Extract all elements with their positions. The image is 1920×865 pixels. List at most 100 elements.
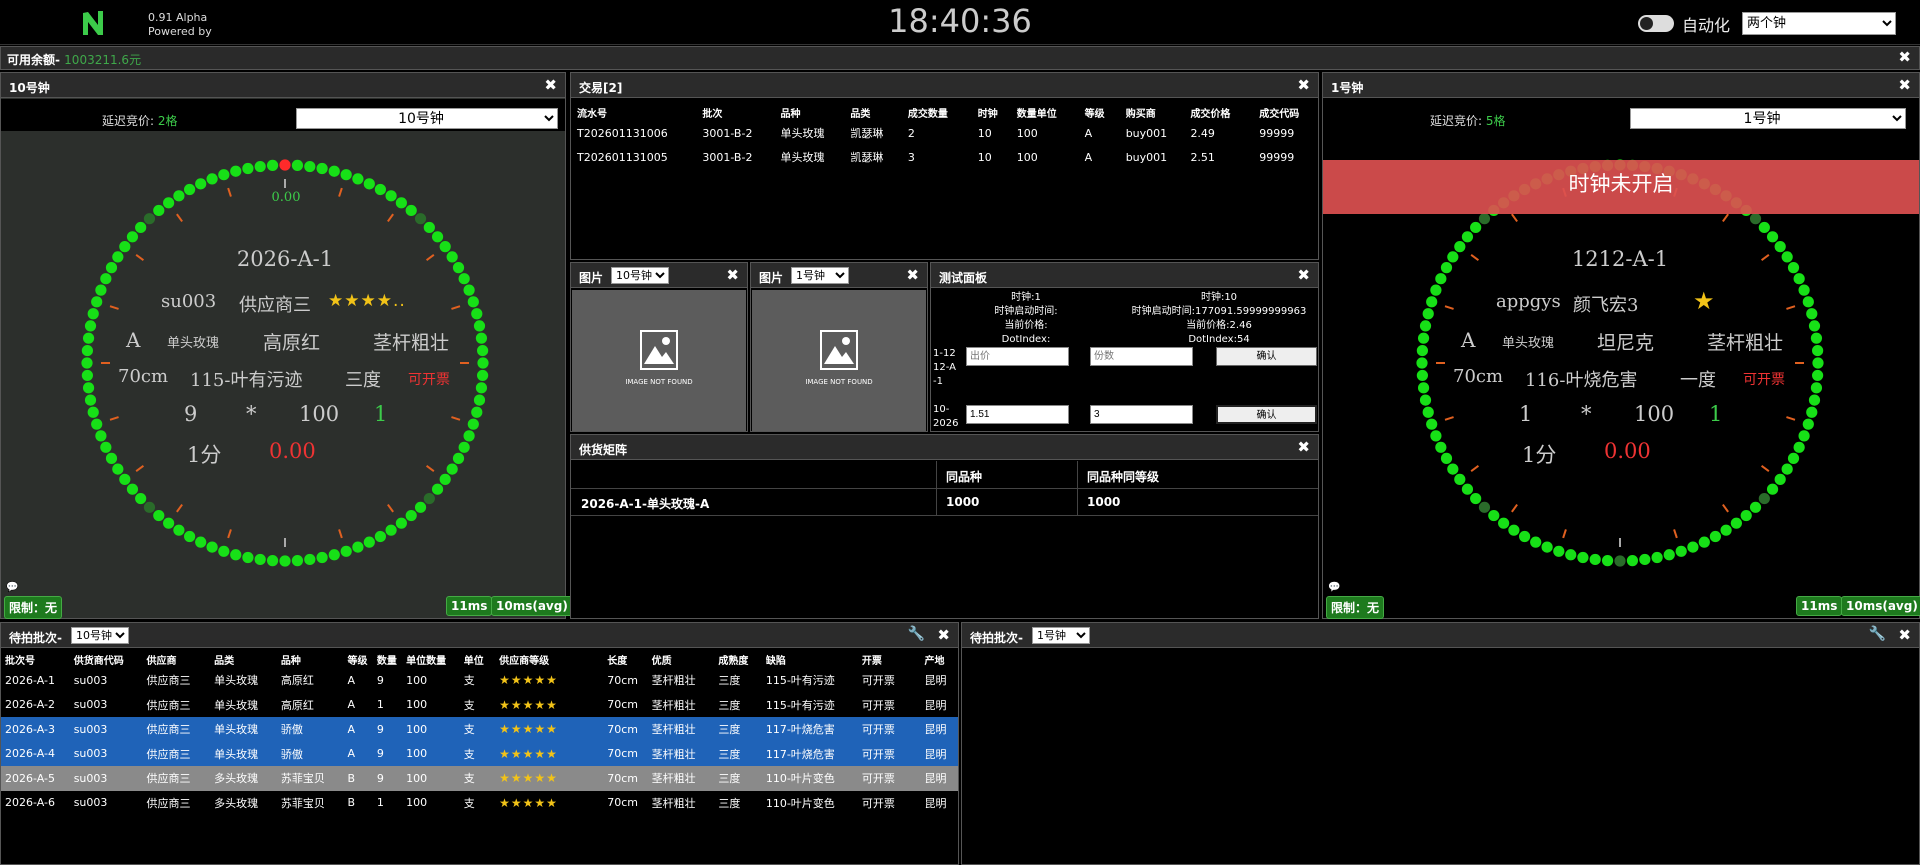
pending-cell: A — [347, 673, 356, 687]
version-label: 0.91 Alpha — [148, 11, 208, 24]
balance-close-icon[interactable]: ✖ — [1898, 50, 1911, 65]
panel-title: 10号钟 — [9, 81, 50, 95]
dial-dot — [254, 160, 266, 173]
confirm-button-1[interactable]: 确认 — [1216, 347, 1317, 366]
pending-cell: 苏菲宝贝 — [280, 772, 325, 786]
dial-dot — [463, 284, 475, 296]
dial-dot — [363, 178, 375, 190]
pending-col-header: 数量 — [376, 656, 397, 667]
qty-input-2[interactable] — [1090, 405, 1193, 424]
pending-lot-row[interactable]: 2026-A-6 su003 供应商三 多头玫瑰 苏菲宝贝 B 1 100 支 ★★★★★ 70cm… — [1, 790, 958, 815]
quality: 茎杆粗壮 — [1707, 332, 1784, 354]
dial-dot — [1781, 463, 1793, 475]
trade-cell: 3001-B-2 — [702, 126, 753, 140]
supply-matrix-table: 同品种 同品种同等级 2026-A-1-单头玫瑰-A 1000 1000 — [571, 461, 1318, 516]
supplier-stars: ★★★★.. — [328, 291, 406, 311]
confirm-button-2[interactable]: 确认 — [1216, 405, 1317, 424]
automation-toggle[interactable] — [1638, 15, 1674, 32]
image-not-found-text: IMAGE NOT FOUND — [805, 378, 873, 386]
close-icon[interactable]: ✖ — [1297, 268, 1310, 283]
dial-dot — [439, 473, 451, 485]
trade-row[interactable]: T202601131006 3001-B-2 单头玫瑰 凯瑟琳 2 10 100 Abuy00… — [573, 121, 1317, 145]
clock10-debug: 时钟:10 时钟启动时间:177091.59999999963 当前价格:2.46 D… — [1131, 292, 1307, 345]
pending-cell: su003 — [73, 771, 108, 785]
dial-dot — [1614, 555, 1626, 567]
col-same-variety-grade: 同品种同等级 — [1087, 470, 1160, 484]
clock1-debug: 时钟:1 时钟启动时间: 当前价格: DotIndex: — [994, 292, 1058, 345]
dial-dot — [173, 524, 185, 536]
dial-dot — [1416, 344, 1428, 357]
dial-dot — [352, 541, 364, 553]
dial-dot — [1749, 213, 1762, 225]
dial-dot — [143, 213, 156, 225]
close-icon[interactable]: ✖ — [1898, 78, 1911, 93]
supplier-code: appgys — [1496, 291, 1561, 312]
balance-value: 1003211.6元 — [64, 53, 142, 67]
bid-input-1[interactable] — [966, 347, 1069, 366]
clock-select[interactable]: 1号钟 — [1630, 108, 1906, 129]
dial-dot — [423, 221, 435, 234]
dial-dot — [1416, 369, 1428, 382]
clock-mode-select[interactable]: 两个钟 — [1742, 12, 1896, 35]
close-icon[interactable]: ✖ — [1898, 628, 1911, 643]
pending-cell: 支 — [463, 723, 475, 737]
pending-col-header: 单位数量 — [406, 656, 447, 667]
pending-lot-row[interactable]: 2026-A-5 su003 供应商三 多头玫瑰 苏菲宝贝 B 9 100 支 ★★★★★ 70cm… — [1, 766, 958, 791]
panel-title: 图片 — [759, 271, 784, 285]
comment-icon[interactable]: 💬 — [6, 582, 18, 593]
dial-dot — [1565, 549, 1577, 561]
close-icon[interactable]: ✖ — [1297, 440, 1310, 455]
close-icon[interactable]: ✖ — [937, 628, 950, 643]
pending-cell: 可开票 — [861, 723, 895, 737]
pending-clock-select[interactable]: 10号钟 — [71, 627, 129, 644]
wrench-icon[interactable]: 🔧 — [908, 627, 925, 642]
picture-clock-select[interactable]: 1号钟 — [791, 267, 849, 284]
delay-bid-label: 延迟竞价: 2格 — [102, 114, 178, 128]
pending-cell: 供应商三 — [146, 698, 191, 712]
dial-dot — [1435, 273, 1447, 285]
dial-tick — [1511, 213, 1518, 223]
trade-cell: 单头玫瑰 — [780, 127, 825, 140]
pending-lot-row[interactable]: 2026-A-3 su003 供应商三 单头玫瑰 骄傲 A 9 100 支 ★★★★★ 70cm 茎杆… — [1, 717, 958, 742]
dial-dot — [1793, 273, 1805, 285]
dial-dot — [279, 555, 291, 567]
dial-dot — [1478, 213, 1491, 225]
picture-clock-select[interactable]: 10号钟 — [611, 267, 669, 284]
dial-tick — [1786, 305, 1796, 310]
dial-dot — [1440, 452, 1453, 464]
dial-dot — [1430, 430, 1442, 442]
close-icon[interactable]: ✖ — [1297, 78, 1310, 93]
pending-lot-row[interactable]: 2026-A-2 su003 供应商三 单头玫瑰 高原红 A 1 100 支 ★★★★★ 70cm 茎… — [1, 692, 958, 717]
close-icon[interactable]: ✖ — [544, 78, 557, 93]
close-icon[interactable]: ✖ — [906, 268, 919, 283]
pending-cell: B — [347, 796, 356, 810]
dial-dot — [91, 296, 103, 308]
dial-dot — [423, 492, 435, 505]
clock-select[interactable]: 10号钟 — [296, 108, 558, 129]
pending-lot-row[interactable]: 2026-A-4 su003 供应商三 单头玫瑰 骄傲 A 9 100 支 ★★★★★ 70cm 茎杆… — [1, 741, 958, 766]
close-icon[interactable]: ✖ — [726, 268, 739, 283]
comment-icon[interactable]: 💬 — [1328, 582, 1340, 593]
lot-number: 1212-A-1 — [1571, 247, 1669, 271]
wrench-icon[interactable]: 🔧 — [1869, 627, 1886, 642]
trade-row[interactable]: T202601131005 3001-B-2 单头玫瑰 凯瑟琳 3 10 100 Abuy00… — [573, 145, 1317, 169]
pending-clock-select[interactable]: 1号钟 — [1032, 627, 1090, 644]
dial-dot — [84, 320, 97, 332]
image-not-found-icon — [820, 330, 858, 370]
dial-dot — [1675, 545, 1687, 557]
qty-input-1[interactable] — [1090, 347, 1193, 366]
pending-lot-row[interactable]: 2026-A-1 su003 供应商三 单头玫瑰 高原红 A 9 100 支 ★★★★★ 70cm 茎… — [1, 668, 958, 693]
grade: A — [1461, 328, 1476, 352]
panel-title: 待拍批次- — [970, 631, 1023, 645]
pending-cell: 100 — [406, 771, 428, 785]
defect: 115-叶有污迹 — [190, 370, 303, 391]
dial-dot — [1422, 308, 1434, 320]
unit-quantity: 100 — [299, 402, 340, 426]
dial-dot — [184, 183, 196, 196]
dial-dot — [1774, 473, 1786, 485]
bid-input-2[interactable] — [966, 405, 1069, 424]
pending-cell: 昆明 — [924, 674, 947, 688]
dial-dot — [230, 165, 242, 177]
dial-dot — [363, 536, 375, 548]
dial-dot — [135, 221, 147, 234]
